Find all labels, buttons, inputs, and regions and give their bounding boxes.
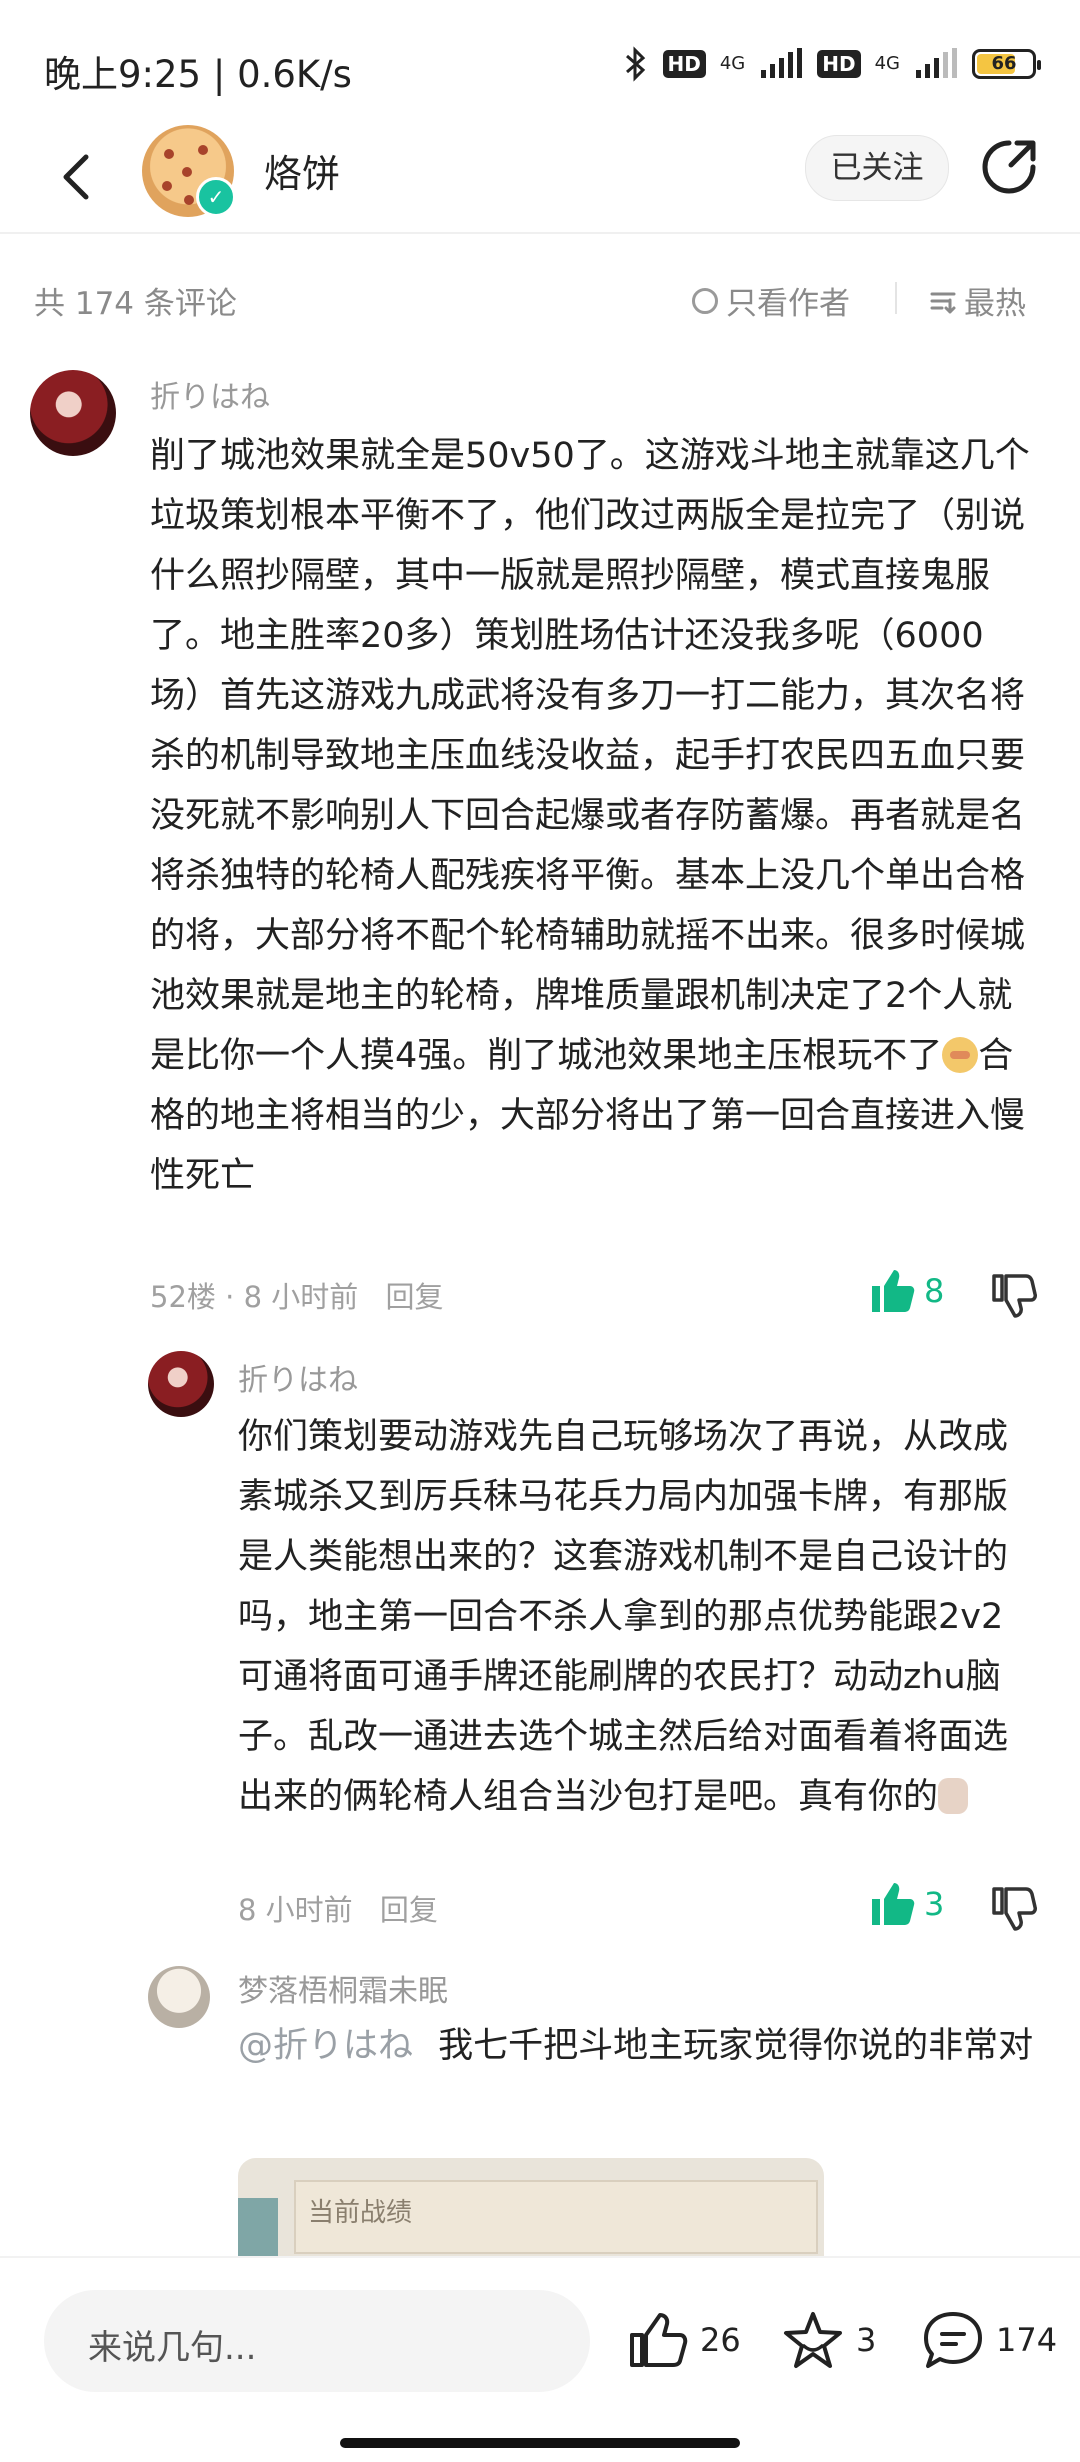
comment-input-placeholder: 来说几句... <box>88 2328 257 2368</box>
user-avatar[interactable] <box>30 370 116 456</box>
network-4g-label: 4G <box>719 53 746 74</box>
reply-button[interactable]: 回复 <box>380 1893 438 1927</box>
thumbs-down-icon[interactable] <box>988 1270 1038 1320</box>
follow-button[interactable]: 已关注 <box>805 135 949 201</box>
thumbs-up-icon <box>630 2313 688 2367</box>
comment-meta: 52楼 · 8 小时前 回复 <box>150 1280 444 1314</box>
only-author-label: 只看作者 <box>726 286 850 322</box>
sort-label: 最热 <box>964 286 1026 322</box>
signal-icon <box>761 48 803 78</box>
home-indicator[interactable] <box>340 2438 740 2448</box>
signal-icon-2 <box>916 48 957 78</box>
hand-emoji-icon <box>938 1778 969 1814</box>
bluetooth-icon <box>625 46 645 82</box>
header-divider <box>0 232 1080 234</box>
back-arrow-icon[interactable] <box>48 147 108 207</box>
user-avatar[interactable] <box>148 1966 210 2028</box>
comment-image[interactable]: 当前战绩 <box>238 2158 824 2258</box>
comment-filter-bar: 共 174 条评论 只看作者 最热 <box>0 270 1080 330</box>
post-like-count: 26 <box>700 2321 741 2359</box>
hd-badge: HD <box>662 50 706 78</box>
thumbs-up-icon <box>872 1270 915 1312</box>
comment-input[interactable]: 来说几句... <box>44 2290 590 2392</box>
bottom-action-bar: 来说几句... 26 3 174 <box>0 2256 1080 2462</box>
thinking-emoji-icon <box>942 1037 979 1073</box>
like-count: 8 <box>924 1272 945 1310</box>
comment-bubble-icon <box>924 2312 982 2368</box>
comment-time: 8 小时前 <box>238 1893 353 1927</box>
battery-level: 66 <box>991 53 1017 74</box>
post-comments-button[interactable]: 174 <box>922 2308 1057 2372</box>
comment-username[interactable]: 折りはね <box>150 372 270 416</box>
filter-separator <box>895 282 897 314</box>
comment-item: 折りはね 削了城池效果就全是50v50了。这游戏斗地主就靠这几个垃圾策划根本平衡… <box>0 370 1080 1330</box>
mention-link[interactable]: @折りはね <box>238 2026 413 2066</box>
floor-number: 52楼 <box>150 1280 216 1314</box>
like-button[interactable]: 3 <box>868 1881 944 1927</box>
hd-badge-2: HD <box>817 50 861 78</box>
sort-button[interactable]: 最热 <box>928 278 1026 323</box>
status-bar: 晚上9:25 | 0.6K/s HD 4G HD 4G 66 <box>0 0 1080 130</box>
sort-icon <box>930 292 956 313</box>
thumbs-up-icon <box>872 1883 915 1925</box>
post-like-button[interactable]: 26 <box>628 2308 741 2372</box>
post-favorite-button[interactable]: 3 <box>782 2308 876 2372</box>
author-name[interactable]: 烙饼 <box>264 143 340 198</box>
thumbs-down-icon[interactable] <box>988 1883 1038 1933</box>
comment-text: 削了城池效果就全是50v50了。这游戏斗地主就靠这几个垃圾策划根本平衡不了，他们… <box>150 436 1030 1196</box>
star-icon <box>784 2312 842 2368</box>
image-caption: 当前战绩 <box>308 2198 413 2228</box>
user-avatar[interactable] <box>148 1351 214 1417</box>
comment-username[interactable]: 折りはね <box>238 1355 358 1399</box>
network-4g-label-2: 4G <box>874 53 900 74</box>
like-count: 3 <box>924 1885 945 1923</box>
reply-item: 折りはね 你们策划要动游戏先自己玩够场次了再说，从改成素城杀又到厉兵秣马花兵力局… <box>0 1345 1080 1945</box>
comment-text: @折りはね 我七千把斗地主玩家觉得你说的非常对 <box>238 2026 1034 2066</box>
comment-text: 你们策划要动游戏先自己玩够场次了再说，从改成素城杀又到厉兵秣马花兵力局内加强卡牌… <box>238 1417 1009 1817</box>
post-favorite-count: 3 <box>856 2321 877 2359</box>
only-author-toggle[interactable]: 只看作者 <box>692 278 850 323</box>
comment-username[interactable]: 梦落梧桐霜未眠 <box>238 1966 448 2010</box>
status-icons: HD 4G HD 4G 66 <box>623 44 1041 84</box>
reply-button[interactable]: 回复 <box>385 1280 443 1314</box>
header: ✓ 烙饼 已关注 <box>0 125 1080 235</box>
post-comment-count: 174 <box>996 2321 1058 2359</box>
comment-time: 8 小时前 <box>243 1280 359 1314</box>
comment-count: 共 174 条评论 <box>34 286 237 322</box>
share-icon[interactable] <box>977 135 1041 199</box>
battery-icon: 66 <box>972 49 1041 79</box>
radio-circle-icon <box>692 287 718 314</box>
like-button[interactable]: 8 <box>868 1268 944 1314</box>
comment-meta: 8 小时前 回复 <box>238 1887 438 1929</box>
verified-check-icon: ✓ <box>196 177 236 217</box>
status-time: 晚上9:25 | 0.6K/s <box>44 53 352 96</box>
